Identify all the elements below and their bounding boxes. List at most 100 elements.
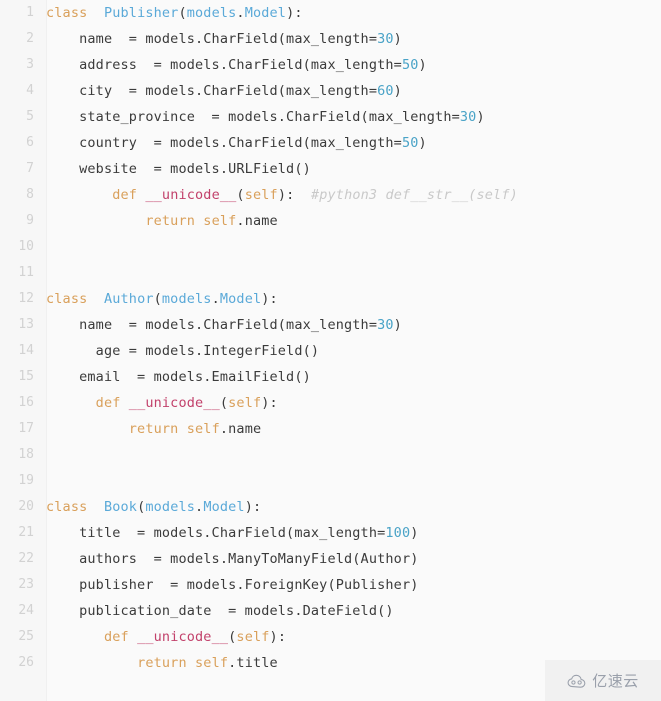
code-token: .name: [219, 421, 262, 437]
code-token: ): [418, 57, 427, 73]
code-token: class: [46, 5, 96, 21]
code-token: Model: [203, 499, 245, 515]
code-token: self: [203, 213, 237, 229]
code-line[interactable]: 18: [0, 442, 661, 468]
code-line[interactable]: 4 city = models.CharField(max_length=60): [0, 78, 661, 104]
line-number: 16: [18, 395, 34, 410]
code-token: #python3 def__str__(self): [310, 187, 518, 203]
code-token: authors = models.ManyToManyField(Author): [46, 551, 419, 567]
line-number: 25: [18, 629, 34, 644]
line-number: 18: [18, 447, 34, 462]
cloud-icon: [567, 674, 586, 688]
code-token: self: [236, 629, 270, 645]
code-line[interactable]: 25 def __unicode__(self):: [0, 624, 661, 650]
code-line[interactable]: 23 publisher = models.ForeignKey(Publish…: [0, 572, 661, 598]
code-line-text: country = models.CharField(max_length=50…: [46, 130, 427, 156]
code-token: ):: [261, 395, 278, 411]
watermark-text: 亿速云: [592, 672, 639, 690]
code-line-text: email = models.EmailField(): [46, 364, 311, 390]
line-number: 20: [18, 499, 34, 514]
code-line[interactable]: 19: [0, 468, 661, 494]
code-token: models: [161, 291, 212, 307]
code-token: .title: [228, 655, 278, 671]
code-editor-content[interactable]: 1 class Publisher(models.Model): 2 name = …: [0, 0, 661, 701]
code-token: def: [95, 395, 129, 411]
code-token: 60: [377, 83, 394, 99]
code-line[interactable]: 9 return self.name: [0, 208, 661, 234]
code-token: ):: [244, 499, 262, 515]
watermark: 亿速云: [545, 660, 661, 701]
line-number: 2: [26, 31, 34, 46]
code-token: city = models.CharField(max_length=: [46, 83, 378, 99]
code-token: Publisher: [103, 5, 179, 21]
code-token: 30: [377, 317, 394, 333]
code-line[interactable]: 1 class Publisher(models.Model):: [0, 0, 661, 26]
code-token: publication_date = models.DateField(): [46, 603, 394, 619]
line-number: 14: [18, 343, 34, 358]
code-token: self: [186, 421, 220, 437]
code-line-text: def __unicode__(self):: [46, 390, 278, 416]
code-line[interactable]: 2 name = models.CharField(max_length=30): [0, 26, 661, 52]
code-line[interactable]: 16 def __unicode__(self):: [0, 390, 661, 416]
code-line-text: return self.name: [46, 208, 278, 234]
code-line-text: address = models.CharField(max_length=50…: [46, 52, 427, 78]
code-token: website = models.URLField(): [46, 161, 311, 177]
code-line[interactable]: 14 age = models.IntegerField(): [0, 338, 661, 364]
line-number: 8: [26, 187, 34, 202]
code-line-text: def __unicode__(self):: [46, 624, 286, 650]
code-token: ):: [261, 291, 278, 307]
code-line[interactable]: 13 name = models.CharField(max_length=30…: [0, 312, 661, 338]
line-number: 26: [18, 655, 34, 670]
code-token: def: [112, 187, 146, 203]
code-token: Author: [103, 291, 154, 307]
code-line[interactable]: 24 publication_date = models.DateField(): [0, 598, 661, 624]
code-line[interactable]: 22 authors = models.ManyToManyField(Auth…: [0, 546, 661, 572]
code-line[interactable]: 8 def __unicode__(self): #python3 def__s…: [0, 182, 661, 208]
code-line[interactable]: 11: [0, 260, 661, 286]
code-token: ):: [277, 187, 311, 203]
code-token: class: [46, 291, 96, 307]
code-token: email = models.EmailField(): [46, 369, 311, 385]
code-line[interactable]: 15 email = models.EmailField(): [0, 364, 661, 390]
code-snippet-screenshot: 1 class Publisher(models.Model): 2 name = …: [0, 0, 661, 701]
line-number: 21: [18, 525, 34, 540]
code-token: ):: [269, 629, 287, 645]
code-token: ):: [286, 5, 303, 21]
code-line[interactable]: 17 return self.name: [0, 416, 661, 442]
code-line[interactable]: 20 class Book(models.Model):: [0, 494, 661, 520]
code-token: self: [195, 655, 229, 671]
code-line[interactable]: 12 class Author(models.Model):: [0, 286, 661, 312]
code-line[interactable]: 5 state_province = models.CharField(max_…: [0, 104, 661, 130]
code-line-text: publication_date = models.DateField(): [46, 598, 394, 624]
code-token: class: [46, 499, 96, 515]
code-token: 50: [401, 57, 419, 73]
code-line[interactable]: 21 title = models.CharField(max_length=1…: [0, 520, 661, 546]
code-line-text: title = models.CharField(max_length=100): [46, 520, 419, 546]
line-number: 19: [18, 473, 34, 488]
code-line-text: class Book(models.Model):: [46, 494, 261, 520]
line-number: 23: [18, 577, 34, 592]
code-token: (: [178, 5, 187, 21]
code-line-text: website = models.URLField(): [46, 156, 311, 182]
code-line[interactable]: 7 website = models.URLField(): [0, 156, 661, 182]
code-token: name = models.CharField(max_length=: [46, 31, 378, 47]
code-line-text: city = models.CharField(max_length=60): [46, 78, 402, 104]
code-token: ): [410, 525, 419, 541]
line-number: 15: [18, 369, 34, 384]
code-token: ): [393, 83, 402, 99]
code-line-text: name = models.CharField(max_length=30): [46, 26, 402, 52]
code-token: 30: [377, 31, 394, 47]
line-number: 1: [26, 5, 34, 20]
code-line[interactable]: 6 country = models.CharField(max_length=…: [0, 130, 661, 156]
code-line[interactable]: 3 address = models.CharField(max_length=…: [0, 52, 661, 78]
line-number: 22: [18, 551, 34, 566]
code-token: models: [186, 5, 237, 21]
code-line-text: name = models.CharField(max_length=30): [46, 312, 402, 338]
code-token: country = models.CharField(max_length=: [46, 135, 402, 151]
line-number: 24: [18, 603, 34, 618]
code-line[interactable]: 10: [0, 234, 661, 260]
code-token: state_province = models.CharField(max_le…: [46, 109, 460, 125]
code-token: 100: [385, 525, 411, 541]
